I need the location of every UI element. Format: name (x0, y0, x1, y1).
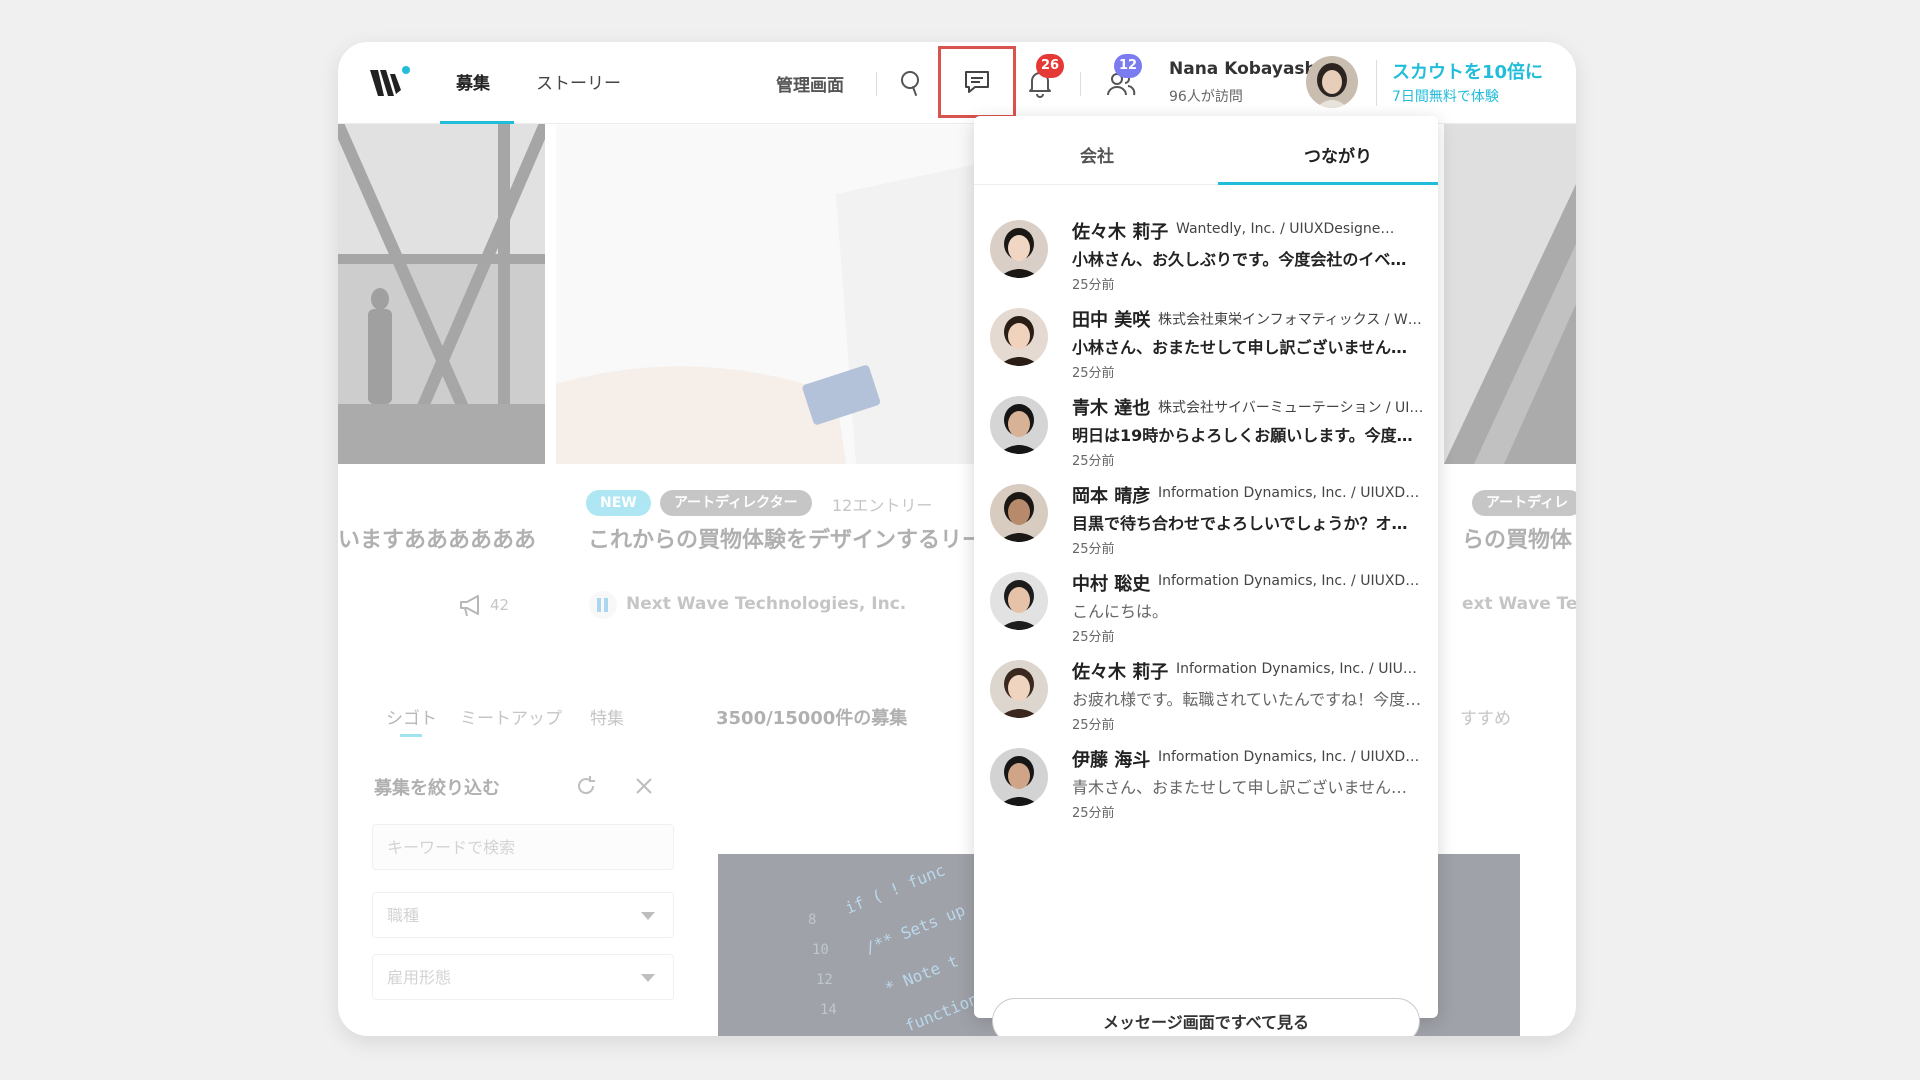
divider (1080, 72, 1081, 96)
panel-tab-indicator (1218, 182, 1438, 185)
company-name-center[interactable]: Next Wave Technologies, Inc. (626, 594, 906, 614)
sender-avatar (990, 572, 1048, 630)
sender-avatar (990, 484, 1048, 542)
filter-title: 募集を絞り込む (374, 778, 500, 799)
megaphone-icon (460, 595, 479, 617)
message-time: 25分前 (1072, 542, 1115, 557)
card-image-right[interactable] (1444, 124, 1576, 464)
user-avatar[interactable] (1306, 56, 1358, 108)
sender-company: Wantedly, Inc. / UIUXDesigne… (1176, 221, 1395, 237)
message-time: 25分前 (1072, 366, 1115, 381)
job-tag: アートディレクター (660, 490, 812, 516)
sender-avatar (990, 748, 1048, 806)
sender-name: 伊藤 海斗 (1072, 750, 1151, 771)
connections-badge: 12 (1114, 54, 1143, 78)
message-item[interactable]: 伊藤 海斗 Information Dynamics, Inc. / UIUXD…… (974, 736, 1438, 844)
sender-company: 株式会社東栄インフォマティックス / W… (1158, 312, 1422, 328)
message-preview: こんにちは。 (1072, 602, 1169, 621)
employment-label: 雇用形態 (387, 968, 452, 987)
new-badge: NEW (586, 490, 651, 516)
company-name-right[interactable]: ext Wave Tec (1462, 594, 1576, 614)
nav-tab-story[interactable]: ストーリー (536, 69, 621, 94)
message-preview: お疲れ様です。転職されていたんですね！今度… (1072, 690, 1422, 709)
search-icon[interactable] (898, 68, 924, 98)
recommend-sort[interactable]: すすめ (1460, 704, 1511, 729)
sender-name: 佐々木 莉子 (1072, 222, 1169, 243)
employment-select[interactable]: 雇用形態 (372, 954, 674, 1000)
divider (1376, 60, 1377, 106)
sender-avatar (990, 396, 1048, 454)
user-name[interactable]: Nana Kobayashi (1169, 59, 1322, 79)
message-time: 25分前 (1072, 806, 1115, 821)
message-preview: 目黒で待ち合わせでよろしいでしょうか？オ… (1072, 514, 1408, 533)
company-logo-icon (589, 591, 617, 619)
sender-name: 田中 美咲 (1072, 310, 1151, 331)
svg-text:14: 14 (820, 1002, 837, 1018)
message-preview: 青木さん、おまたせして申し訳ございません… (1072, 778, 1408, 797)
notification-badge: 26 (1036, 54, 1065, 78)
message-icon[interactable] (963, 69, 991, 95)
chevron-down-icon (641, 912, 655, 920)
job-tag-right: アートディレ (1472, 490, 1576, 516)
entry-count: 12エントリー (832, 496, 933, 515)
svg-text:10: 10 (812, 942, 829, 958)
sender-avatar (990, 308, 1048, 366)
message-preview: 小林さん、お久しぶりです。今度会社のイベ… (1072, 250, 1407, 269)
job-type-select[interactable]: 職種 (372, 892, 674, 938)
message-time: 25分前 (1072, 718, 1115, 733)
sender-name: 佐々木 莉子 (1072, 662, 1169, 683)
job-type-label: 職種 (387, 906, 420, 925)
svg-text:8: 8 (808, 912, 816, 928)
results-count: 3500/15000件の募集 (716, 708, 908, 729)
sender-name: 青木 達也 (1072, 398, 1151, 419)
sender-name: 岡本 晴彦 (1072, 486, 1151, 507)
messages-dropdown: 会社 つながり 佐々木 莉子 Wantedly, Inc. / UIUXDesig… (974, 116, 1438, 1036)
card-title-right[interactable]: らの買物体 (1462, 522, 1572, 554)
app-window: 募集 ストーリー 管理画面 26 12 Nana Kobayashi 96人が訪… (338, 42, 1576, 1036)
left-card-count: 42 (490, 596, 510, 614)
sender-company: Information Dynamics, Inc. / UIUXD… (1158, 749, 1420, 765)
reset-icon[interactable] (574, 774, 598, 798)
scout-promo-subtitle[interactable]: 7日間無料で体験 (1392, 86, 1499, 106)
wantedly-logo[interactable] (368, 64, 412, 100)
keyword-search-input[interactable]: キーワードで検索 (372, 824, 674, 870)
divider (876, 72, 877, 96)
see-all-messages-button[interactable]: メッセージ画面ですべて見る (992, 998, 1420, 1036)
user-visits: 96人が訪問 (1169, 89, 1243, 105)
svg-text:12: 12 (816, 972, 833, 988)
message-time: 25分前 (1072, 454, 1115, 469)
admin-link[interactable]: 管理画面 (776, 71, 844, 96)
tab-meetup[interactable]: ミートアップ (460, 704, 562, 729)
card-title-center[interactable]: これからの買物体験をデザインするリー (588, 522, 984, 554)
tab-work[interactable]: シゴト (386, 704, 437, 729)
tab-work-indicator (400, 734, 422, 737)
nav-active-indicator (440, 121, 514, 124)
sender-avatar (990, 220, 1048, 278)
sender-company: Information Dynamics, Inc. / UIU… (1176, 661, 1417, 677)
card-image-center[interactable] (556, 124, 976, 464)
sender-company: Information Dynamics, Inc. / UIUXD… (1158, 485, 1420, 501)
panel-tab-company[interactable]: 会社 (1080, 142, 1114, 167)
sender-company: Information Dynamics, Inc. / UIUXD… (1158, 573, 1420, 589)
keyword-placeholder: キーワードで検索 (387, 838, 516, 857)
sender-avatar (990, 660, 1048, 718)
message-time: 25分前 (1072, 630, 1115, 645)
chevron-down-icon (641, 974, 655, 982)
panel-tab-connections[interactable]: つながり (1304, 142, 1372, 167)
card-title-left[interactable]: いますああああああ (338, 522, 536, 554)
sender-name: 中村 聡史 (1072, 574, 1151, 595)
top-header: 募集 ストーリー 管理画面 26 12 Nana Kobayashi 96人が訪… (338, 42, 1576, 124)
card-image-left[interactable] (338, 124, 545, 464)
tab-feature[interactable]: 特集 (590, 704, 624, 729)
nav-tab-recruit[interactable]: 募集 (456, 69, 490, 94)
message-preview: 明日は19時からよろしくお願いします。今度… (1072, 426, 1413, 445)
message-time: 25分前 (1072, 278, 1115, 293)
scout-promo-title[interactable]: スカウトを10倍に (1392, 58, 1543, 84)
sender-company: 株式会社サイバーミューテーション / UI… (1158, 400, 1424, 416)
message-preview: 小林さん、おまたせして申し訳ございません… (1072, 338, 1408, 357)
close-filter-icon[interactable] (634, 776, 654, 796)
